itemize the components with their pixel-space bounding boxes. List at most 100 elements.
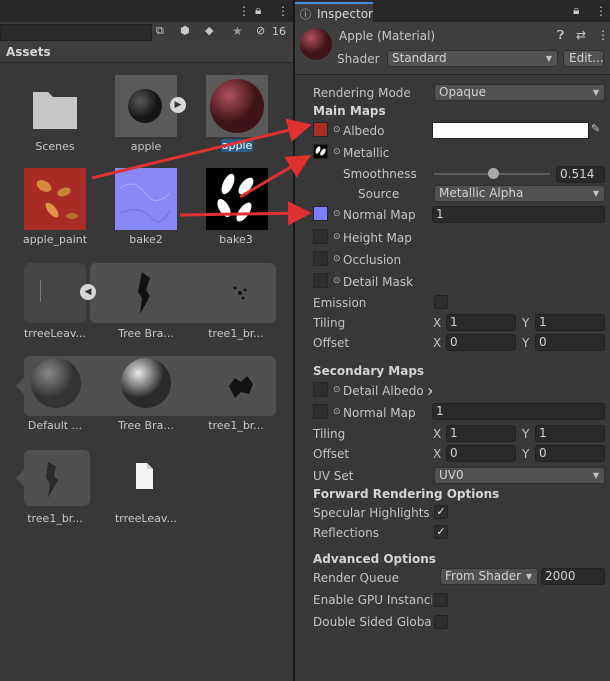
more-options-icon[interactable]: ⋮ xyxy=(597,28,609,42)
help-icon[interactable]: ❓︎ xyxy=(557,28,564,43)
occlusion-texture-slot[interactable] xyxy=(313,251,328,266)
gpu-instancing-label: Enable GPU Instancing xyxy=(313,593,432,607)
asset-group-tree-branch xyxy=(24,263,86,323)
more-options-icon[interactable]: ⋮ xyxy=(238,4,250,18)
preset-icon[interactable]: ⇄ xyxy=(576,28,586,42)
rendering-mode-dropdown[interactable]: Opaque ▼ xyxy=(434,84,605,101)
offset-x-value: 0 xyxy=(450,335,458,349)
assets-breadcrumb[interactable]: Assets xyxy=(0,42,293,63)
emission-checkbox[interactable] xyxy=(434,295,448,309)
tree-branch-thumbnail[interactable] xyxy=(130,268,160,316)
bake2-normal-map-thumbnail[interactable] xyxy=(115,168,177,230)
hidden-packages-icon[interactable]: ⊘ xyxy=(256,24,265,37)
document-icon[interactable] xyxy=(134,462,154,490)
normal-map-scale-field[interactable]: 1 xyxy=(432,206,605,223)
tiling-x-field[interactable]: 1 xyxy=(446,314,516,331)
normal-map-texture-slot[interactable] xyxy=(313,206,328,221)
edit-shader-button[interactable]: Edit... xyxy=(563,50,604,67)
secondary-offset-x-field[interactable]: 0 xyxy=(446,445,516,462)
asset-label: tree1_br... xyxy=(208,419,264,432)
bake3-mask-thumbnail[interactable] xyxy=(206,168,268,230)
specular-highlights-checkbox[interactable]: ✓ xyxy=(434,505,448,519)
secondary-offset-y-field[interactable]: 0 xyxy=(535,445,605,462)
smoothness-value: 0.514 xyxy=(560,167,595,181)
inspector-tab-label: Inspector xyxy=(317,7,373,21)
offset-y-field[interactable]: 0 xyxy=(535,334,605,351)
offset-x-label: X xyxy=(433,336,442,350)
uv-set-label: UV Set xyxy=(313,469,354,483)
secondary-tiling-x-label: X xyxy=(433,427,442,441)
asset-label: Tree Bra... xyxy=(118,419,174,432)
specular-highlights-label: Specular Highlights xyxy=(313,506,430,520)
secondary-normal-map-picker-icon[interactable]: ⊙ xyxy=(333,407,341,417)
collapse-arrow-icon[interactable]: ◀ xyxy=(80,284,96,300)
tree1-branch-thumbnail[interactable] xyxy=(225,278,255,308)
tiling-x-value: 1 xyxy=(450,315,458,329)
tree1-branch-mesh-thumbnail[interactable] xyxy=(225,372,257,400)
secondary-tiling-label: Tiling xyxy=(313,427,346,441)
hidden-packages-count: 16 xyxy=(272,25,286,38)
more-options-icon[interactable]: ⋮ xyxy=(595,4,607,18)
albedo-texture-slot[interactable] xyxy=(313,122,328,137)
tree-bark-material-thumbnail[interactable] xyxy=(120,357,172,409)
asset-label: Scenes xyxy=(35,140,75,153)
smoothness-slider-handle[interactable] xyxy=(488,168,500,179)
apple-prefab-thumbnail[interactable] xyxy=(115,75,177,137)
hierarchy-search-icon[interactable]: ⧉ xyxy=(156,24,164,38)
height-map-label: Height Map xyxy=(343,231,412,245)
type-filter-icon[interactable]: ⬢ xyxy=(180,24,190,37)
detail-mask-texture-slot[interactable] xyxy=(313,273,328,288)
detail-mask-picker-icon[interactable]: ⊙ xyxy=(333,276,341,286)
favorite-icon[interactable]: ★ xyxy=(232,24,243,38)
tiling-x-label: X xyxy=(433,316,442,330)
detail-albedo-texture-slot[interactable] xyxy=(313,382,328,397)
chevron-down-icon: ▼ xyxy=(592,471,599,480)
eyedropper-icon[interactable]: ✎ xyxy=(591,122,600,135)
double-sided-gi-checkbox[interactable] xyxy=(434,615,448,629)
info-icon: ⓘ xyxy=(300,8,311,21)
rendering-mode-value: Opaque xyxy=(439,85,487,99)
expand-arrow-icon[interactable]: ▶ xyxy=(170,97,186,113)
render-queue-dropdown[interactable]: From Shader ▼ xyxy=(440,568,538,585)
metallic-picker-icon[interactable]: ⊙ xyxy=(333,147,341,157)
source-dropdown[interactable]: Metallic Alpha ▼ xyxy=(434,185,605,202)
leaf-sprite-icon xyxy=(40,280,53,302)
expand-left-arrow-icon[interactable] xyxy=(16,470,24,486)
shader-dropdown[interactable]: Standard ▼ xyxy=(387,50,558,67)
more-options-icon[interactable]: ⋮ xyxy=(277,4,289,18)
secondary-offset-y-value: 0 xyxy=(539,446,547,460)
height-map-texture-slot[interactable] xyxy=(313,229,328,244)
detail-albedo-picker-icon[interactable]: ⊙ xyxy=(333,385,341,395)
offset-x-field[interactable]: 0 xyxy=(446,334,516,351)
secondary-tiling-y-field[interactable]: 1 xyxy=(535,425,605,442)
label-filter-icon[interactable]: ◆ xyxy=(205,24,213,37)
occlusion-picker-icon[interactable]: ⊙ xyxy=(333,254,341,264)
secondary-tiling-x-field[interactable]: 1 xyxy=(446,425,516,442)
normal-map-picker-icon[interactable]: ⊙ xyxy=(333,209,341,219)
search-input[interactable] xyxy=(0,24,152,41)
secondary-normal-map-texture-slot[interactable] xyxy=(313,404,328,419)
albedo-color-field[interactable] xyxy=(432,122,589,139)
apple-paint-texture-thumbnail[interactable] xyxy=(24,168,86,230)
reflections-checkbox[interactable]: ✓ xyxy=(434,525,448,539)
expand-left-arrow-icon[interactable] xyxy=(16,378,24,394)
secondary-normal-map-scale-field[interactable]: 1 xyxy=(432,403,605,420)
tiling-y-field[interactable]: 1 xyxy=(535,314,605,331)
tree1-branch-prefab-thumbnail[interactable] xyxy=(40,458,64,502)
gpu-instancing-checkbox[interactable] xyxy=(434,593,448,607)
normal-map-value: 1 xyxy=(436,207,444,221)
smoothness-value-field[interactable]: 0.514 xyxy=(556,166,605,183)
apple-material-thumbnail[interactable] xyxy=(206,75,268,137)
uv-set-dropdown[interactable]: UV0 ▼ xyxy=(434,467,605,484)
default-material-thumbnail[interactable] xyxy=(30,357,82,409)
project-panel: ⋮ 🔒︎ ⋮ ⧉ ⬢ ◆ ★ ⊘ 16 Assets Scenes ▶ appl… xyxy=(0,0,293,681)
albedo-picker-icon[interactable]: ⊙ xyxy=(333,125,341,135)
scenes-folder-icon[interactable] xyxy=(24,78,86,140)
tab-inspector[interactable]: ⓘ Inspector xyxy=(295,2,373,22)
lock-icon[interactable]: 🔒︎ xyxy=(255,3,261,18)
render-queue-value-field[interactable]: 2000 xyxy=(541,568,605,585)
height-map-picker-icon[interactable]: ⊙ xyxy=(333,232,341,242)
tiling-y-label: Y xyxy=(522,316,530,330)
metallic-texture-slot[interactable] xyxy=(313,144,328,159)
lock-icon[interactable]: 🔒︎ xyxy=(573,3,579,18)
